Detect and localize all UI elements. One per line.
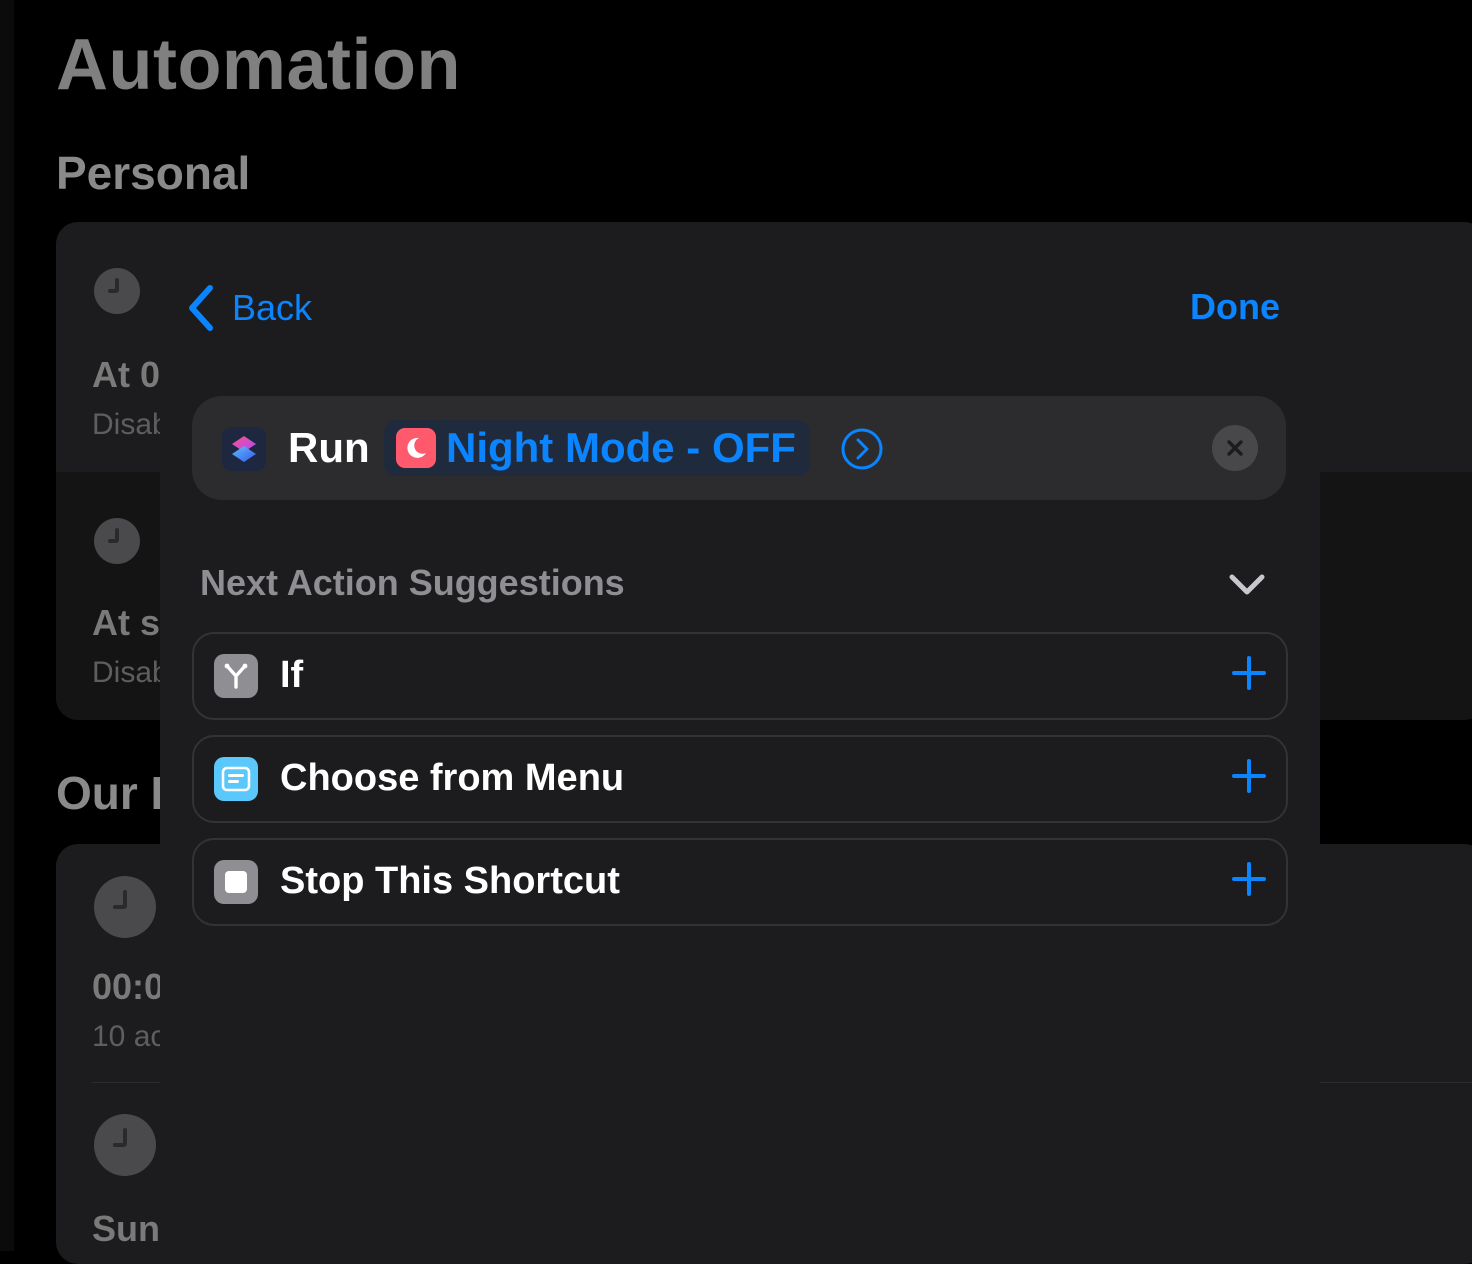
chevron-down-icon[interactable] xyxy=(1228,572,1266,598)
remove-action-button[interactable] xyxy=(1212,425,1258,471)
sidebar-edge xyxy=(0,0,14,1251)
automation-title: Sun xyxy=(92,1208,160,1249)
menu-icon xyxy=(214,757,258,801)
if-branch-icon xyxy=(214,654,258,698)
plus-icon[interactable] xyxy=(1230,860,1268,898)
close-icon xyxy=(1227,440,1243,456)
plus-icon[interactable] xyxy=(1230,757,1268,795)
open-shortcut-icon[interactable] xyxy=(840,427,884,471)
section-heading-personal: Personal xyxy=(56,147,251,199)
suggestion-label: Stop This Shortcut xyxy=(280,860,620,902)
suggestion-label: Choose from Menu xyxy=(280,757,625,799)
stop-icon xyxy=(214,860,258,904)
run-shortcut-action[interactable]: Run Night Mode - OFF xyxy=(192,396,1286,500)
suggestion-if[interactable]: If xyxy=(192,632,1288,720)
shortcut-name: Night Mode - OFF xyxy=(446,424,796,471)
back-label: Back xyxy=(232,287,313,328)
suggestion-label: If xyxy=(280,654,304,696)
back-button[interactable]: Back xyxy=(184,282,312,334)
automation-title: At 0 xyxy=(92,354,161,395)
suggestion-stop-this-shortcut[interactable]: Stop This Shortcut xyxy=(192,838,1288,926)
page-title: Automation xyxy=(56,25,461,105)
automation-status: Disab xyxy=(92,656,169,689)
moon-icon xyxy=(396,428,436,468)
section-heading-our: Our I xyxy=(56,767,164,819)
suggestion-choose-from-menu[interactable]: Choose from Menu xyxy=(192,735,1288,823)
shortcuts-icon xyxy=(222,427,266,471)
automation-status: 10 ac xyxy=(92,1020,166,1053)
clock-icon xyxy=(94,876,156,938)
done-button[interactable]: Done xyxy=(1190,286,1280,328)
clock-icon xyxy=(94,518,140,564)
clock-icon xyxy=(94,1114,156,1176)
suggestions-heading: Next Action Suggestions xyxy=(200,562,625,603)
automation-title: 00:0 xyxy=(92,966,165,1007)
clock-icon xyxy=(94,268,140,314)
automation-status: Disab xyxy=(92,408,169,441)
action-verb: Run xyxy=(288,424,370,471)
automation-title: At s xyxy=(92,602,161,643)
plus-icon[interactable] xyxy=(1230,654,1268,692)
edit-automation-sheet: Back Done Run Night Mode - OFF Next Acti… xyxy=(160,252,1320,1262)
shortcut-parameter[interactable]: Night Mode - OFF xyxy=(384,420,810,476)
chevron-left-icon xyxy=(189,285,213,331)
